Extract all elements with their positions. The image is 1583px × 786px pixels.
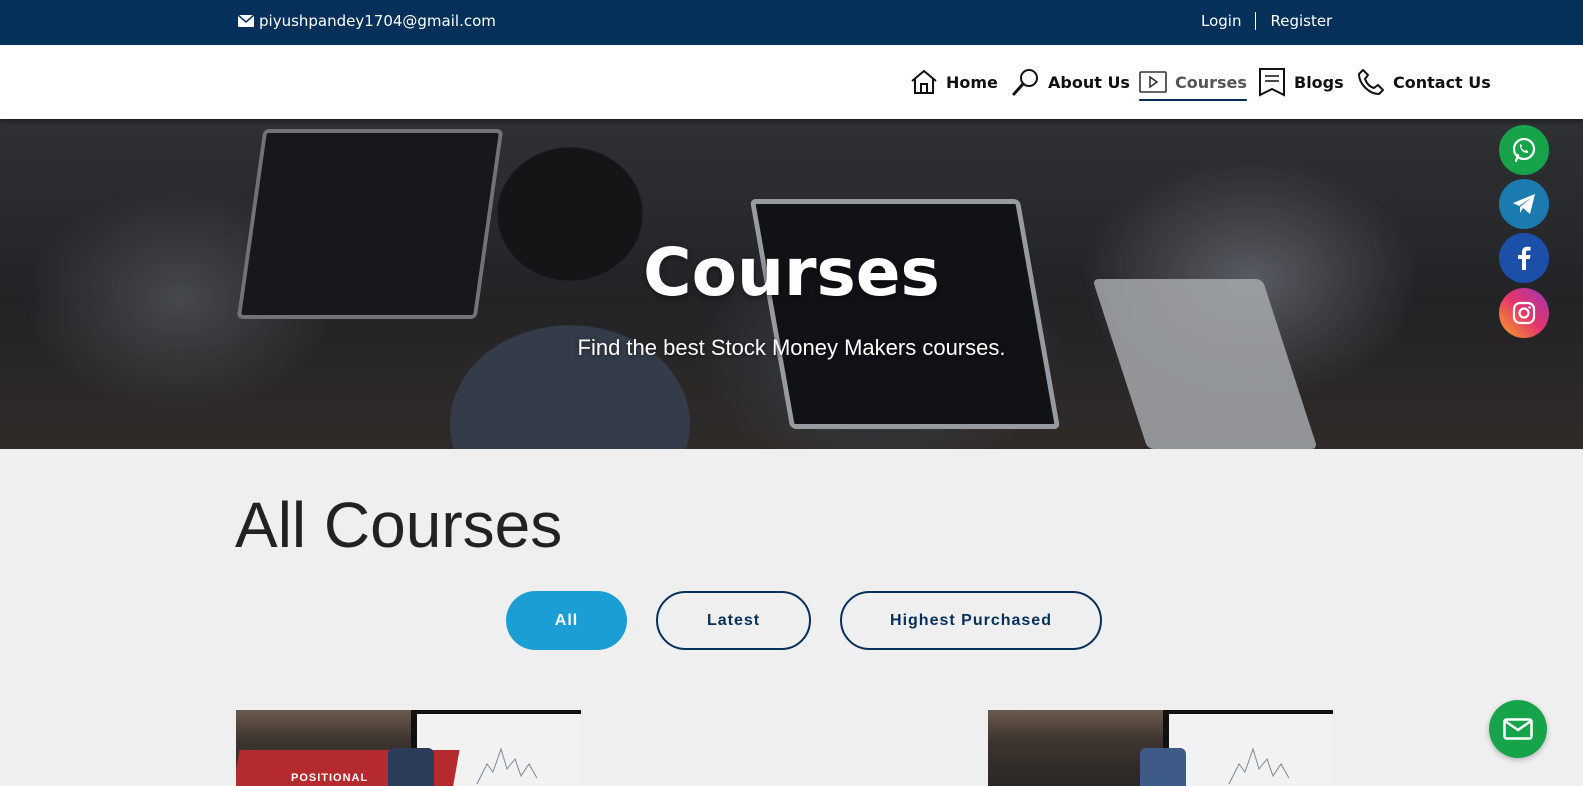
top-bar: piyushpandey1704@gmail.com Login Registe… [0, 0, 1583, 45]
course-card[interactable] [988, 710, 1333, 786]
instagram-button[interactable] [1499, 288, 1549, 338]
course-card-phone [1140, 748, 1186, 786]
telegram-button[interactable] [1499, 179, 1549, 229]
contact-email[interactable]: piyushpandey1704@gmail.com [238, 12, 496, 30]
course-card-badge: POSITIONAL [291, 772, 369, 784]
envelope-icon [238, 15, 254, 27]
mail-button[interactable] [1489, 700, 1547, 758]
course-card-phone [388, 748, 434, 786]
nav-blogs-label: Blogs [1294, 72, 1344, 92]
facebook-icon [1518, 246, 1531, 270]
nav-contact[interactable]: Contact Us [1357, 65, 1491, 99]
mail-icon [1503, 718, 1533, 740]
home-icon [911, 69, 937, 94]
nav-courses[interactable]: Courses [1139, 65, 1247, 101]
nav-contact-label: Contact Us [1393, 72, 1491, 92]
course-card[interactable]: POSITIONAL [236, 710, 581, 786]
active-underline [1139, 99, 1247, 101]
nav-about-label: About Us [1048, 72, 1130, 92]
phone-icon [1358, 69, 1384, 95]
whatsapp-icon [1512, 137, 1536, 163]
nav-courses-label: Courses [1175, 72, 1247, 92]
filter-highest-purchased-button[interactable]: Highest Purchased [840, 591, 1102, 650]
instagram-icon [1512, 301, 1536, 325]
hero-title: Courses [643, 234, 940, 311]
register-link[interactable]: Register [1270, 12, 1332, 30]
nav-about[interactable]: About Us [1012, 65, 1130, 99]
login-link[interactable]: Login [1201, 12, 1241, 30]
facebook-button[interactable] [1499, 233, 1549, 283]
section-title: All Courses [235, 489, 563, 561]
filter-latest-button[interactable]: Latest [656, 591, 811, 650]
chart-graphic [1228, 747, 1290, 785]
course-card-screen [1163, 710, 1333, 786]
contact-email-text: piyushpandey1704@gmail.com [259, 12, 496, 30]
nav-home[interactable]: Home [910, 65, 998, 99]
main-navbar: Home About Us Courses Blogs Contact Us [0, 45, 1583, 119]
nav-blogs[interactable]: Blogs [1258, 65, 1344, 99]
bookmark-icon [1259, 68, 1285, 97]
hero-banner: Courses Find the best Stock Money Makers… [0, 119, 1583, 449]
auth-divider [1255, 12, 1257, 30]
filter-all-button[interactable]: All [506, 591, 627, 650]
magnifier-icon [1012, 69, 1038, 96]
play-icon [1139, 71, 1167, 93]
nav-home-label: Home [946, 72, 998, 92]
hero-subtitle: Find the best Stock Money Makers courses… [577, 335, 1006, 360]
auth-links: Login Register [1201, 12, 1332, 30]
telegram-icon [1513, 194, 1535, 214]
whatsapp-button[interactable] [1499, 125, 1549, 175]
